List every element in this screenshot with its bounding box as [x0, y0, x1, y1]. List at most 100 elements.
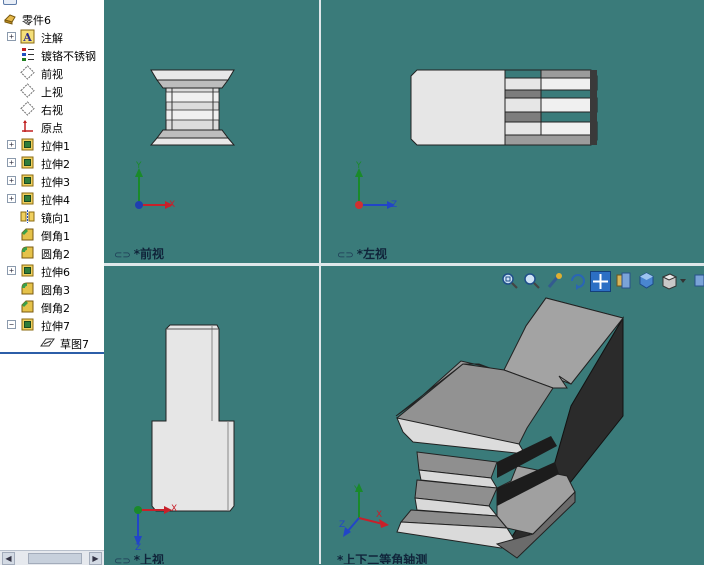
tree-item[interactable]: + 拉伸3 — [0, 172, 104, 190]
tree-expander-icon[interactable]: + — [7, 266, 16, 275]
left-view-part — [410, 69, 598, 146]
annotation-icon: A — [20, 29, 35, 44]
tree-item-label: 圆角3 — [41, 284, 70, 297]
extrude-icon — [20, 263, 35, 278]
front-view-label: ⊂⊃ *前视 — [114, 247, 165, 261]
viewport-front[interactable]: Y X ⊂⊃ *前视 — [104, 0, 319, 263]
tree-item[interactable]: 镀铬不锈钢 — [0, 46, 104, 64]
iso-axis-z-label: Z — [339, 520, 346, 530]
section-view-icon[interactable] — [614, 271, 633, 290]
origin-icon — [20, 119, 35, 134]
tree-item[interactable]: + 拉伸6 — [0, 262, 104, 280]
tree-item-label: 拉伸1 — [41, 140, 70, 153]
tree-top-button[interactable] — [3, 0, 17, 5]
feature-manager-tree: 零件6 + A 注解 镀铬不锈钢 前视 上视 右视 原点 + 拉伸1 + 拉伸2 + 拉伸3 + 拉伸4 镜向1 倒… — [0, 0, 105, 565]
tree-expander-icon[interactable]: + — [7, 158, 16, 167]
tree-item-label: 注解 — [41, 32, 63, 45]
tree-item-label: 草图7 — [60, 338, 89, 351]
iso-triad — [343, 483, 389, 537]
extrude-icon — [20, 191, 35, 206]
tree-item-label: 前视 — [41, 68, 63, 81]
tree-item[interactable]: 草图7 — [0, 334, 104, 352]
left-view-label: ⊂⊃ *左视 — [337, 247, 388, 261]
tree-expander-icon[interactable]: + — [7, 32, 16, 41]
tree-item[interactable]: 零件6 — [0, 10, 104, 28]
tree-item[interactable]: + 拉伸4 — [0, 190, 104, 208]
tree-expander-icon[interactable]: + — [7, 140, 16, 149]
part-icon — [3, 11, 18, 26]
tree-item[interactable]: 原点 — [0, 118, 104, 136]
tree-item-label: 拉伸4 — [41, 194, 70, 207]
fillet-icon — [20, 245, 35, 260]
tree-item[interactable]: 右视 — [0, 100, 104, 118]
left-axis-z-label: Z — [391, 200, 398, 210]
plane-icon — [20, 101, 35, 116]
iso-axis-x-label: X — [376, 510, 383, 520]
tree-item[interactable]: + 拉伸1 — [0, 136, 104, 154]
tree-expander-icon[interactable]: + — [7, 194, 16, 203]
tree-item[interactable]: − 拉伸7 — [0, 316, 104, 334]
view-orientation-icon[interactable] — [637, 271, 656, 290]
zoom-in-out-icon[interactable] — [545, 271, 564, 290]
viewport-horizontal-splitter[interactable] — [104, 263, 704, 266]
extrude-icon — [20, 317, 35, 332]
iso-view-label: *上下二等角轴测 — [337, 553, 428, 564]
tree-item-label: 拉伸7 — [41, 320, 70, 333]
link-icon: ⊂⊃ — [114, 556, 131, 564]
tree-item-label: 圆角2 — [41, 248, 70, 261]
left-axis-y-label: Y — [356, 161, 362, 171]
tree-item[interactable]: 圆角3 — [0, 280, 104, 298]
zoom-to-area-icon[interactable] — [522, 271, 541, 290]
tree-horizontal-scrollbar[interactable]: ◀ ▶ — [0, 550, 104, 565]
tree-item[interactable]: + 拉伸2 — [0, 154, 104, 172]
sketch-icon — [40, 335, 55, 350]
tree-expander-icon[interactable]: − — [7, 320, 16, 329]
tree-item[interactable]: 倒角2 — [0, 298, 104, 316]
tree-item[interactable]: + A 注解 — [0, 28, 104, 46]
scroll-left-icon[interactable]: ◀ — [2, 552, 15, 565]
mirror-icon — [20, 209, 35, 224]
rotate-icon[interactable] — [568, 271, 587, 290]
top-axis-x-label: X — [171, 504, 178, 514]
viewport-left[interactable]: Y Z ⊂⊃ *左视 — [321, 0, 704, 263]
svg-text:A: A — [22, 31, 32, 44]
tree-item-label: 拉伸2 — [41, 158, 70, 171]
tree-item-label: 镜向1 — [41, 212, 70, 225]
tree-item-label: 拉伸6 — [41, 266, 70, 279]
tree-item[interactable]: 上视 — [0, 82, 104, 100]
more-tools-icon[interactable] — [692, 271, 704, 290]
material-icon — [20, 47, 35, 62]
extrude-icon — [20, 155, 35, 170]
link-icon: ⊂⊃ — [114, 250, 131, 261]
plane-icon — [20, 65, 35, 80]
display-style-icon[interactable] — [660, 271, 688, 290]
tree-item[interactable]: 圆角2 — [0, 244, 104, 262]
tree-expander-icon[interactable]: + — [7, 176, 16, 185]
tree-item-label: 倒角2 — [41, 302, 70, 315]
top-view-label: ⊂⊃ *上视 — [114, 551, 164, 564]
extrude-icon — [20, 137, 35, 152]
scroll-thumb[interactable] — [28, 553, 82, 564]
tree-item-label: 零件6 — [22, 14, 51, 27]
tree-item[interactable]: 镜向1 — [0, 208, 104, 226]
tree-item[interactable]: 前视 — [0, 64, 104, 82]
viewport-vertical-splitter[interactable] — [319, 0, 321, 564]
viewport-top[interactable]: X Z ⊂⊃ *上视 — [104, 266, 319, 564]
front-view-part — [149, 69, 236, 146]
tree-item-label: 镀铬不锈钢 — [41, 50, 96, 63]
zoom-to-fit-icon[interactable] — [500, 271, 519, 290]
front-axis-y-label: Y — [136, 161, 142, 171]
tree-item-label: 原点 — [41, 122, 63, 135]
tree-item-label: 拉伸3 — [41, 176, 70, 189]
front-axis-x-label: X — [169, 200, 176, 210]
chamfer-icon — [20, 299, 35, 314]
scroll-right-icon[interactable]: ▶ — [89, 552, 102, 565]
iso-axis-y-label: Y — [354, 485, 360, 495]
tree-item[interactable]: 倒角1 — [0, 226, 104, 244]
pan-icon[interactable] — [590, 271, 611, 292]
viewport-isometric[interactable]: Y X Z *上下二等角轴测 — [321, 266, 704, 564]
rollback-bar[interactable] — [0, 352, 104, 354]
heads-up-view-toolbar — [498, 270, 704, 292]
extrude-icon — [20, 173, 35, 188]
link-icon: ⊂⊃ — [337, 250, 354, 261]
